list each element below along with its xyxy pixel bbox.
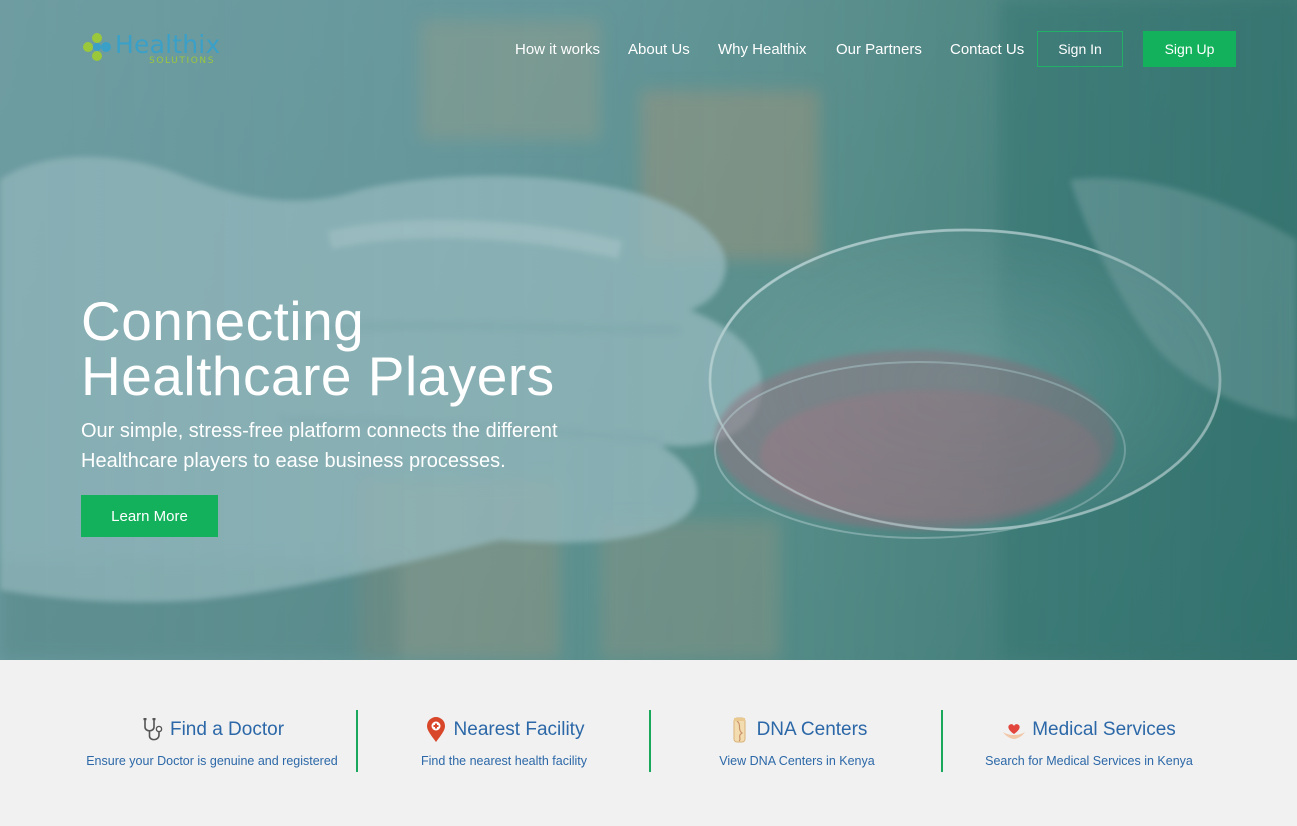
feature-description: Ensure your Doctor is genuine and regist… <box>86 754 338 768</box>
hero-subtitle: Our simple, stress-free platform connect… <box>81 416 621 476</box>
features-strip: Find a Doctor Ensure your Doctor is genu… <box>0 660 1297 826</box>
feature-head: Nearest Facility <box>358 710 650 750</box>
feature-nearest-facility[interactable]: Nearest Facility Find the nearest health… <box>358 710 650 772</box>
learn-more-button[interactable]: Learn More <box>81 495 218 537</box>
hero-subtitle-line-2: Healthcare players to ease business proc… <box>81 450 506 472</box>
hero-section: Healthix SOLUTIONS How it works About Us… <box>0 0 1297 660</box>
sign-up-button[interactable]: Sign Up <box>1143 31 1236 67</box>
feature-head: Medical Services <box>943 710 1235 750</box>
hero-title-line-2: Healthcare Players <box>81 345 555 407</box>
feature-description: Find the nearest health facility <box>420 754 588 768</box>
feature-head: DNA Centers <box>651 710 943 750</box>
feature-head: Find a Doctor <box>66 710 358 750</box>
stethoscope-icon <box>143 718 163 741</box>
logo-wordmark: Healthix <box>115 30 221 59</box>
hero-title-line-1: Connecting <box>81 290 365 352</box>
nav-about-us[interactable]: About Us <box>628 41 690 58</box>
feature-medical-services[interactable]: Medical Services Search for Medical Serv… <box>943 710 1235 772</box>
healthix-logo[interactable]: Healthix SOLUTIONS <box>82 30 222 70</box>
dna-test-tube-icon <box>733 717 746 743</box>
hero-subtitle-line-1: Our simple, stress-free platform connect… <box>81 420 558 442</box>
feature-find-doctor[interactable]: Find a Doctor Ensure your Doctor is genu… <box>66 710 358 772</box>
feature-title: Medical Services <box>1032 719 1176 740</box>
sign-in-button[interactable]: Sign In <box>1037 31 1123 67</box>
heart-in-hands-icon <box>1003 724 1026 739</box>
map-pin-icon <box>426 717 445 742</box>
feature-dna-centers[interactable]: DNA Centers View DNA Centers in Kenya <box>651 710 943 772</box>
feature-description: View DNA Centers in Kenya <box>719 754 875 768</box>
feature-title: Nearest Facility <box>453 719 585 740</box>
nav-why-healthix[interactable]: Why Healthix <box>718 41 806 58</box>
nav-contact-us[interactable]: Contact Us <box>950 41 1024 58</box>
feature-description: Search for Medical Services in Kenya <box>985 754 1193 768</box>
feature-title: Find a Doctor <box>169 719 285 740</box>
hero-title: Connecting Healthcare Players <box>81 294 681 404</box>
nav-how-it-works[interactable]: How it works <box>515 41 600 58</box>
logo-mark-icon <box>83 33 111 61</box>
logo-tagline: SOLUTIONS <box>149 56 216 66</box>
nav-our-partners[interactable]: Our Partners <box>836 41 922 58</box>
feature-title: DNA Centers <box>756 719 868 740</box>
